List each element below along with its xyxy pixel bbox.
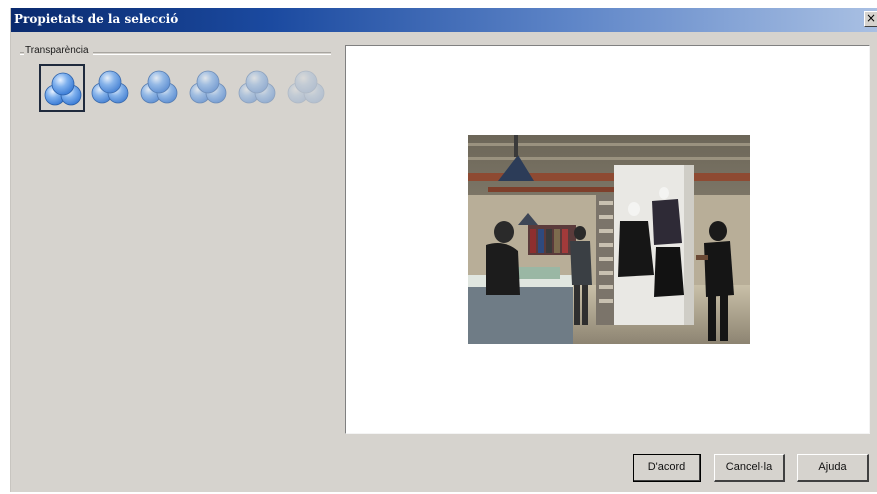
opacity-option-5[interactable] [235,64,281,112]
title-bar[interactable]: Propietats de la selecció × [11,8,877,32]
ok-button[interactable]: D'acord [633,454,701,482]
opacity-option-2[interactable] [88,64,134,112]
transparency-options [39,64,339,116]
dialog-title: Propietats de la selecció [14,12,179,26]
opacity-option-1[interactable] [39,64,85,112]
opacity-level-icon [91,70,129,104]
preview-image [468,135,750,344]
opacity-level-icon [140,70,178,104]
opacity-level-icon [189,70,227,104]
opacity-level-icon [238,70,276,104]
preview-pane [345,45,870,434]
cancel-button[interactable]: Cancel·la [714,454,785,482]
close-icon: × [865,11,877,25]
opacity-level-icon [287,70,325,104]
transparency-group-label: Transparència [24,45,93,56]
opacity-level-icon [44,72,82,106]
close-button[interactable]: × [864,11,877,27]
clothing-store-photo [468,135,750,344]
opacity-option-6[interactable] [284,64,330,112]
selection-properties-dialog: Propietats de la selecció × Transparènci… [10,8,877,492]
opacity-option-4[interactable] [186,64,232,112]
help-button[interactable]: Ajuda [797,454,869,482]
opacity-option-3[interactable] [137,64,183,112]
